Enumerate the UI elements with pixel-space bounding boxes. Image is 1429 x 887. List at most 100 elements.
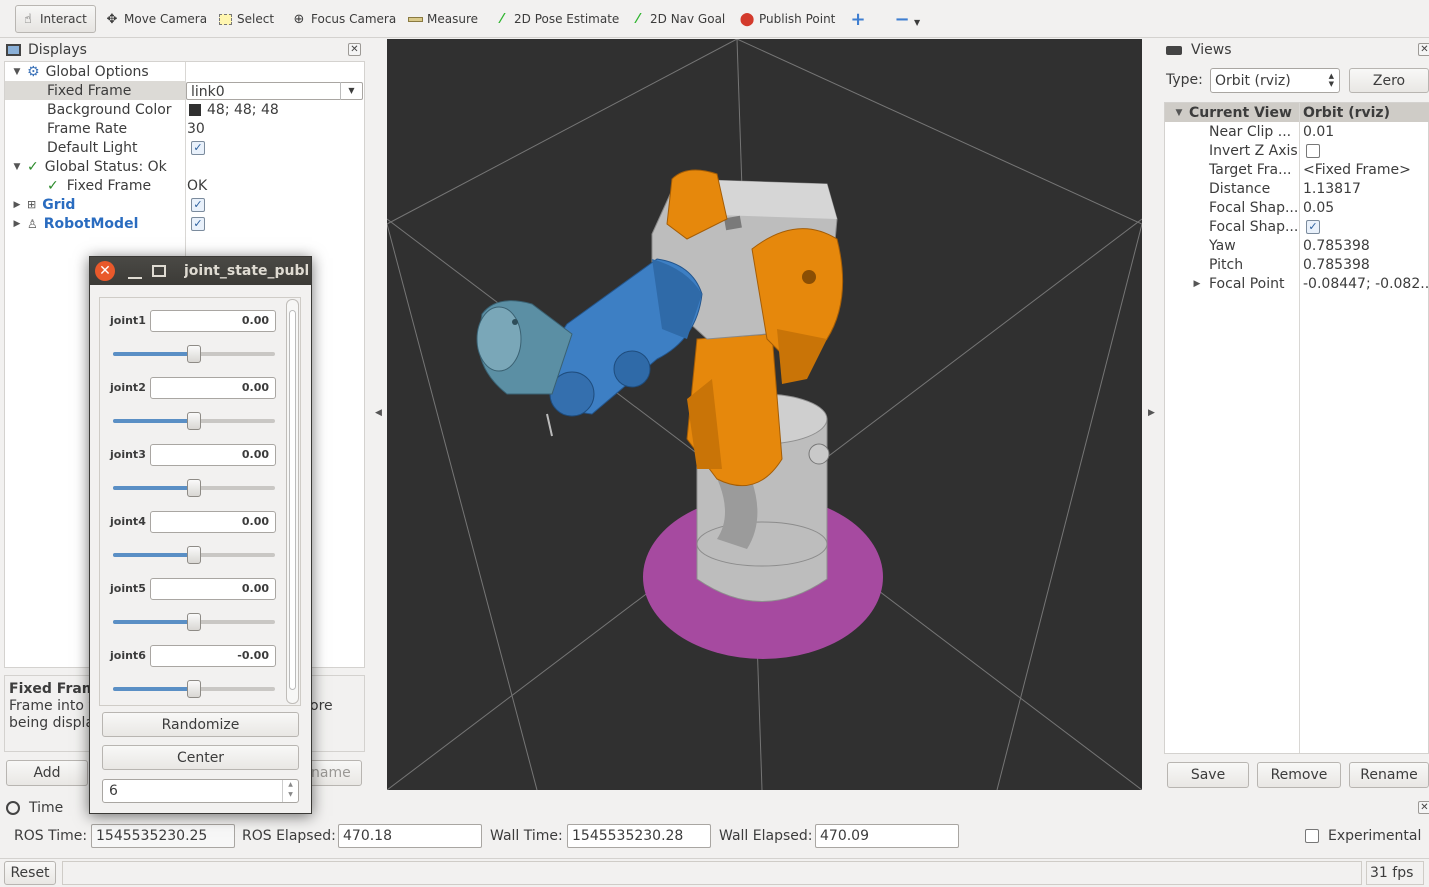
add-display-button[interactable]: Add — [6, 760, 88, 786]
tree-row-background-color[interactable]: Background Color — [47, 100, 172, 119]
fixed-frame-combo[interactable]: link0 ▼ — [186, 82, 363, 100]
slider-handle[interactable] — [187, 546, 201, 564]
move-camera-tool[interactable]: ✥ Move Camera — [100, 5, 211, 33]
main-toolbar: ☝ Interact ✥ Move Camera Select ⊕ Focus Cam… — [0, 0, 1429, 38]
ros-time-field[interactable]: 1545535230.25 — [91, 824, 235, 848]
zero-button[interactable]: Zero — [1349, 68, 1429, 93]
view-prop-pitch-value[interactable]: 0.785398 — [1303, 255, 1370, 274]
joint-count-spinbox[interactable]: 6 ▲ ▼ — [102, 779, 299, 803]
pose-estimate-tool[interactable]: ⁄ 2D Pose Estimate — [490, 5, 623, 33]
joint-slider[interactable] — [113, 412, 275, 430]
joint-value-field[interactable]: 0.00 — [150, 310, 276, 332]
robotmodel-enable-checkbox[interactable]: ✓ — [191, 214, 205, 233]
slider-handle[interactable] — [187, 412, 201, 430]
grid-enable-checkbox[interactable]: ✓ — [191, 195, 205, 214]
focal-shape-fixed-checkbox[interactable]: ✓ — [1306, 217, 1320, 236]
maximize-icon[interactable] — [152, 265, 166, 277]
joint-value-field[interactable]: 0.00 — [150, 444, 276, 466]
view-prop-focal-point-value[interactable]: -0.08447; -0.082... — [1303, 274, 1429, 293]
joint-value-field[interactable]: 0.00 — [150, 377, 276, 399]
tree-row-default-light[interactable]: Default Light — [47, 138, 138, 157]
select-box-icon — [217, 11, 233, 27]
save-view-button[interactable]: Save — [1167, 762, 1249, 788]
joint-value-field[interactable]: -0.00 — [150, 645, 276, 667]
expand-arrow-icon[interactable]: ▶ — [11, 200, 23, 210]
invert-z-checkbox[interactable] — [1306, 141, 1320, 160]
view-prop-focal-shape-size[interactable]: Focal Shap... — [1209, 198, 1298, 217]
slider-handle[interactable] — [187, 345, 201, 363]
view-type-combo[interactable]: Orbit (rviz) ▲ ▼ — [1210, 68, 1340, 93]
tree-row-frame-rate[interactable]: Frame Rate — [47, 119, 127, 138]
joint-value-field[interactable]: 0.00 — [150, 578, 276, 600]
expand-arrow-icon[interactable]: ▶ — [11, 219, 23, 229]
joint-label: joint3 — [110, 448, 146, 461]
joint-slider[interactable] — [113, 680, 275, 698]
slider-handle[interactable] — [187, 680, 201, 698]
view-prop-target-frame[interactable]: Target Fra... — [1209, 160, 1291, 179]
collapse-right-arrow-icon[interactable]: ▶ — [1148, 408, 1155, 418]
joint-slider[interactable] — [113, 613, 275, 631]
views-close-icon[interactable]: ✕ — [1418, 43, 1429, 56]
collapse-left-arrow-icon[interactable]: ◀ — [375, 408, 382, 418]
select-tool[interactable]: Select — [213, 5, 278, 33]
view-prop-distance[interactable]: Distance — [1209, 179, 1270, 198]
expand-arrow-icon[interactable]: ▼ — [11, 67, 23, 77]
displays-close-icon[interactable]: ✕ — [348, 43, 361, 56]
tree-row-fixed-frame[interactable]: Fixed Frame — [47, 81, 131, 100]
view-prop-focal-shape-fixed[interactable]: Focal Shap... — [1209, 217, 1298, 236]
view-prop-focal-shape-size-value[interactable]: 0.05 — [1303, 198, 1334, 217]
expand-arrow-icon[interactable]: ▼ — [11, 162, 23, 172]
tree-row-global-status[interactable]: ▼ ✓ Global Status: Ok — [11, 157, 167, 176]
focus-camera-tool[interactable]: ⊕ Focus Camera — [287, 5, 400, 33]
close-icon[interactable]: ✕ — [95, 261, 115, 281]
slider-handle[interactable] — [187, 613, 201, 631]
frame-rate-value[interactable]: 30 — [187, 119, 205, 138]
joint-slider[interactable] — [113, 546, 275, 564]
rename-view-button[interactable]: Rename — [1349, 762, 1429, 788]
hand-icon: ☝ — [24, 11, 32, 27]
render-viewport[interactable]: ◀ — [387, 39, 1142, 790]
background-color-value[interactable]: 48; 48; 48 — [189, 100, 279, 119]
scrollbar-thumb[interactable] — [289, 310, 296, 690]
joint-list-scrollbar[interactable] — [286, 299, 299, 704]
ros-elapsed-field[interactable]: 470.18 — [338, 824, 482, 848]
view-prop-yaw[interactable]: Yaw — [1209, 236, 1236, 255]
tree-row-robotmodel[interactable]: ▶ ♙ RobotModel — [11, 214, 139, 233]
default-light-checkbox[interactable]: ✓ — [191, 138, 205, 157]
minimize-icon[interactable] — [128, 263, 142, 279]
tree-row-current-view[interactable]: ▼ Current View — [1173, 103, 1292, 122]
publish-point-tool[interactable]: ⬤ Publish Point — [735, 5, 839, 33]
view-prop-focal-point[interactable]: ▶ Focal Point — [1191, 274, 1285, 293]
center-button[interactable]: Center — [102, 745, 299, 770]
remove-tool-dropdown[interactable]: − ▼ — [890, 5, 924, 33]
joint-slider[interactable] — [113, 345, 275, 363]
remove-view-button[interactable]: Remove — [1257, 762, 1341, 788]
tree-row-fixed-frame-status[interactable]: ✓ Fixed Frame — [47, 176, 151, 195]
view-prop-pitch[interactable]: Pitch — [1209, 255, 1243, 274]
nav-goal-tool[interactable]: ⁄ 2D Nav Goal — [626, 5, 729, 33]
view-prop-target-frame-value[interactable]: <Fixed Frame> — [1303, 160, 1411, 179]
tree-row-grid[interactable]: ▶ ⊞ Grid — [11, 195, 76, 214]
view-prop-distance-value[interactable]: 1.13817 — [1303, 179, 1361, 198]
view-prop-yaw-value[interactable]: 0.785398 — [1303, 236, 1370, 255]
experimental-label: Experimental — [1328, 828, 1422, 844]
experimental-checkbox[interactable] — [1305, 829, 1319, 847]
tree-row-global-options[interactable]: ▼ ⚙ Global Options — [11, 62, 149, 81]
view-prop-near-clip-value[interactable]: 0.01 — [1303, 122, 1334, 141]
add-tool-button[interactable]: + — [846, 5, 874, 33]
view-prop-near-clip[interactable]: Near Clip ... — [1209, 122, 1291, 141]
randomize-button[interactable]: Randomize — [102, 712, 299, 737]
joint-value-field[interactable]: 0.00 — [150, 511, 276, 533]
reset-button[interactable]: Reset — [4, 861, 56, 885]
view-prop-invert-z[interactable]: Invert Z Axis — [1209, 141, 1298, 160]
measure-tool[interactable]: Measure — [403, 5, 482, 33]
wall-elapsed-field[interactable]: 470.09 — [815, 824, 959, 848]
interact-tool[interactable]: ☝ Interact — [15, 5, 96, 33]
jsp-titlebar[interactable]: ✕ joint_state_publ — [90, 257, 311, 285]
wall-time-field[interactable]: 1545535230.28 — [567, 824, 711, 848]
expand-arrow-icon[interactable]: ▼ — [1173, 108, 1185, 118]
joint-slider[interactable] — [113, 479, 275, 497]
slider-handle[interactable] — [187, 479, 201, 497]
time-close-icon[interactable]: ✕ — [1418, 801, 1429, 814]
expand-arrow-icon[interactable]: ▶ — [1191, 279, 1203, 289]
